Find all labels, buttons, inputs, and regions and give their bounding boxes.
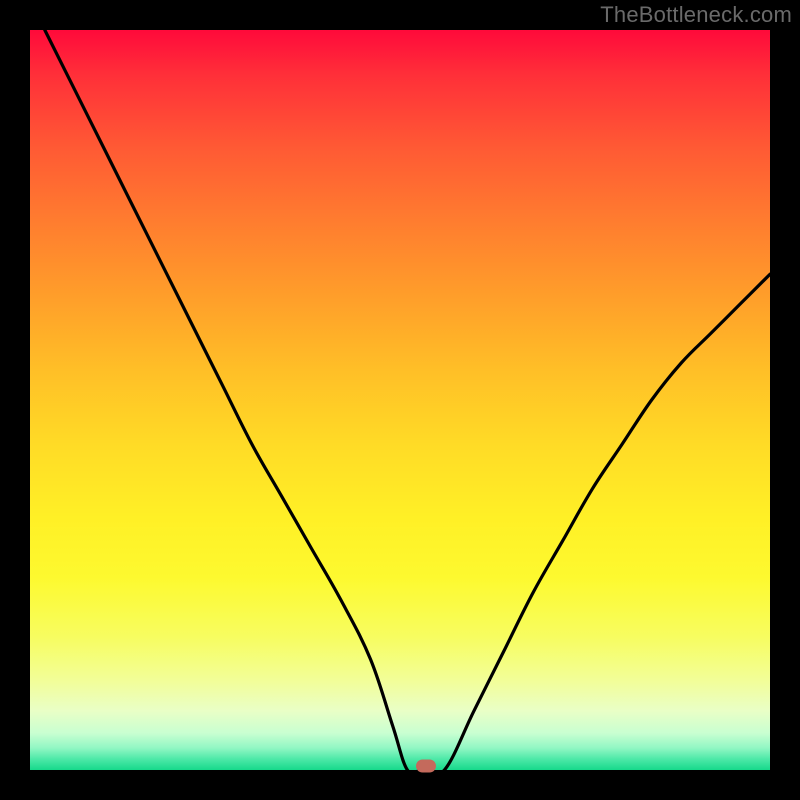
watermark-text: TheBottleneck.com <box>600 2 792 28</box>
chart-frame: TheBottleneck.com <box>0 0 800 800</box>
bottleneck-marker <box>416 760 436 773</box>
bottleneck-curve <box>45 30 770 775</box>
plot-area <box>30 30 770 770</box>
curve-svg <box>30 30 770 770</box>
